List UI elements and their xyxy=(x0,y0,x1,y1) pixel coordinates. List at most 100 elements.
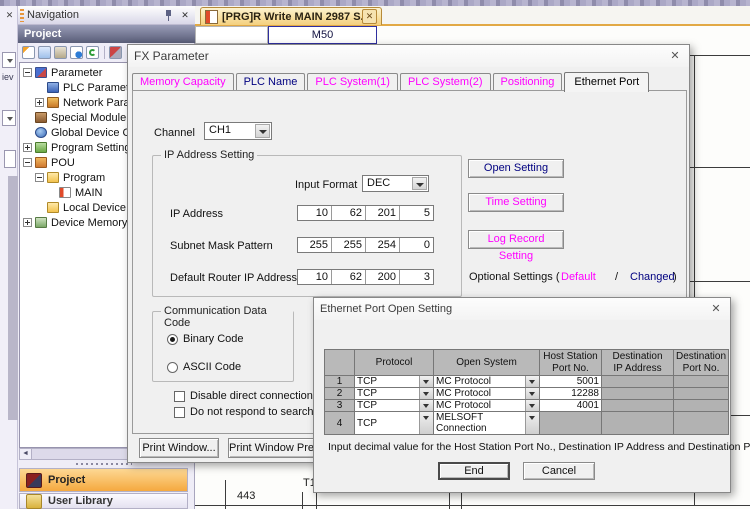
dropdown-fragment[interactable] xyxy=(2,110,16,126)
paste-icon[interactable] xyxy=(54,46,67,59)
contact-symbol xyxy=(461,492,462,509)
filter-icon[interactable] xyxy=(109,46,122,59)
ladder-device-cell[interactable]: M50 xyxy=(268,26,377,44)
host-station-port-cell[interactable]: 5001 xyxy=(540,376,602,388)
octet-value[interactable]: 255 xyxy=(331,238,365,252)
tab-close-icon[interactable]: ✕ xyxy=(362,9,377,24)
subnet-mask-field[interactable]: 255 255 254 0 xyxy=(297,237,434,253)
do-not-respond-checkbox[interactable] xyxy=(174,407,185,418)
footer-project-button[interactable]: Project xyxy=(19,468,188,492)
tree-item-label: Program Setting xyxy=(51,142,130,154)
open-setting-button[interactable]: Open Setting xyxy=(468,159,564,178)
ladder-cell[interactable] xyxy=(195,26,268,44)
tab-ethernet-port[interactable]: Ethernet Port xyxy=(564,72,649,92)
drag-grip-icon[interactable] xyxy=(20,9,24,22)
chevron-down-icon[interactable] xyxy=(255,124,270,138)
chevron-down-icon[interactable] xyxy=(412,177,427,190)
device-memory-icon xyxy=(35,217,47,228)
chevron-down-icon[interactable] xyxy=(525,388,539,399)
open-dialog-titlebar[interactable]: Ethernet Port Open Setting ✕ xyxy=(314,298,730,320)
channel-value: CH1 xyxy=(209,124,231,136)
tree-item-label: MAIN xyxy=(75,187,103,199)
host-station-port-cell[interactable]: 12288 xyxy=(540,388,602,400)
chevron-down-icon[interactable] xyxy=(525,376,539,387)
ascii-code-radio[interactable] xyxy=(167,362,178,373)
program-folder-icon xyxy=(47,172,59,183)
footer-user-library-button[interactable]: User Library xyxy=(19,493,188,509)
print-window-button[interactable]: Print Window... xyxy=(139,438,219,458)
octet-value[interactable]: 3 xyxy=(399,270,433,284)
time-setting-button[interactable]: Time Setting xyxy=(468,193,564,212)
editor-tab-main[interactable]: [PRG]R Write MAIN 2987 S... ✕ xyxy=(200,7,382,25)
chevron-down-icon[interactable] xyxy=(419,376,433,387)
footer-project-label: Project xyxy=(48,474,85,486)
property-icon[interactable] xyxy=(70,46,83,59)
open-system-select[interactable]: MC Protocol xyxy=(434,400,540,412)
local-device-comment-icon xyxy=(47,202,59,213)
expand-icon[interactable] xyxy=(35,98,44,107)
fx-dialog-titlebar[interactable]: FX Parameter ✕ xyxy=(128,45,689,67)
input-format-combobox[interactable]: DEC xyxy=(362,175,429,192)
destination-ip-cell xyxy=(602,412,674,435)
ethernet-port-open-setting-dialog: Ethernet Port Open Setting ✕ Protocol Op… xyxy=(313,297,731,493)
new-icon[interactable] xyxy=(22,46,35,59)
octet-value[interactable]: 62 xyxy=(331,206,365,220)
cancel-button[interactable]: Cancel xyxy=(523,462,595,480)
default-router-field[interactable]: 10 62 200 3 xyxy=(297,269,434,285)
panel-close-icon[interactable]: ✕ xyxy=(3,9,16,22)
log-record-setting-button[interactable]: Log Record Setting xyxy=(468,230,564,249)
chevron-down-icon[interactable] xyxy=(419,388,433,399)
protocol-select[interactable]: TCP xyxy=(355,388,434,400)
octet-value[interactable]: 201 xyxy=(365,206,399,220)
tab-plc-name[interactable]: PLC Name xyxy=(236,73,306,91)
optional-changed-link[interactable]: Changed xyxy=(630,271,675,283)
tab-memory-capacity[interactable]: Memory Capacity xyxy=(132,73,234,91)
ip-address-field[interactable]: 10 62 201 5 xyxy=(297,205,434,221)
ascii-code-label: ASCII Code xyxy=(183,361,241,373)
binary-code-radio[interactable] xyxy=(167,334,178,345)
dropdown-fragment[interactable] xyxy=(2,52,16,68)
program-document-icon xyxy=(205,10,218,24)
protocol-select[interactable]: TCP xyxy=(355,400,434,412)
tree-item-label: Program xyxy=(63,172,105,184)
tab-positioning[interactable]: Positioning xyxy=(493,73,563,91)
octet-value[interactable]: 10 xyxy=(298,270,331,284)
copy-icon[interactable] xyxy=(38,46,51,59)
open-system-select[interactable]: MELSOFT Connection xyxy=(434,412,540,435)
navigation-close-icon[interactable]: ✕ xyxy=(178,9,192,22)
chevron-down-icon[interactable] xyxy=(525,412,539,434)
chevron-down-icon[interactable] xyxy=(419,400,433,411)
collapse-icon[interactable] xyxy=(35,173,44,182)
host-station-port-cell[interactable]: 4001 xyxy=(540,400,602,412)
chevron-down-icon[interactable] xyxy=(419,412,433,434)
collapse-icon[interactable] xyxy=(23,158,32,167)
end-button[interactable]: End xyxy=(438,462,510,480)
tab-plc-system-1[interactable]: PLC System(1) xyxy=(307,73,398,91)
octet-value[interactable]: 200 xyxy=(365,270,399,284)
optional-default-link[interactable]: Default xyxy=(561,271,596,283)
octet-value[interactable]: 10 xyxy=(298,206,331,220)
protocol-select[interactable]: TCP xyxy=(355,376,434,388)
refresh-icon[interactable] xyxy=(86,46,99,59)
open-system-select[interactable]: MC Protocol xyxy=(434,376,540,388)
octet-value[interactable]: 0 xyxy=(399,238,433,252)
open-system-select[interactable]: MC Protocol xyxy=(434,388,540,400)
octet-value[interactable]: 62 xyxy=(331,270,365,284)
open-dialog-close-icon[interactable]: ✕ xyxy=(708,301,724,317)
chevron-down-icon[interactable] xyxy=(525,400,539,411)
channel-label: Channel xyxy=(154,127,195,139)
disable-direct-connection-checkbox[interactable] xyxy=(174,391,185,402)
expand-icon[interactable] xyxy=(23,143,32,152)
input-fragment[interactable] xyxy=(4,150,16,168)
octet-value[interactable]: 255 xyxy=(298,238,331,252)
fx-dialog-close-icon[interactable]: ✕ xyxy=(667,48,683,64)
channel-combobox[interactable]: CH1 xyxy=(204,122,272,140)
pin-icon[interactable] xyxy=(164,10,173,21)
expand-icon[interactable] xyxy=(23,218,32,227)
octet-value[interactable]: 5 xyxy=(399,206,433,220)
tab-plc-system-2[interactable]: PLC System(2) xyxy=(400,73,491,91)
octet-value[interactable]: 254 xyxy=(365,238,399,252)
protocol-select[interactable]: TCP xyxy=(355,412,434,435)
collapse-icon[interactable] xyxy=(23,68,32,77)
scroll-left-icon[interactable]: ◄ xyxy=(20,449,32,459)
